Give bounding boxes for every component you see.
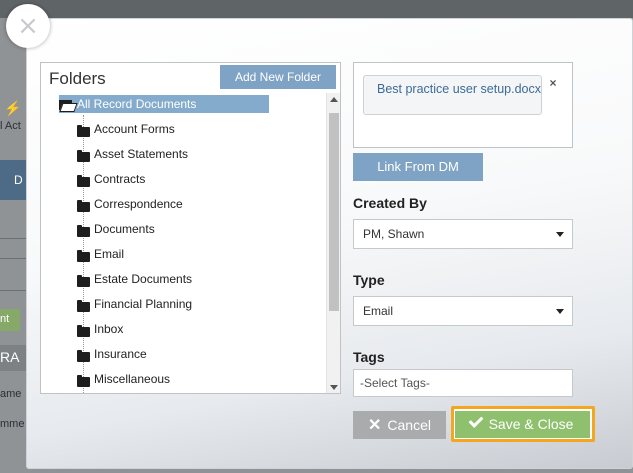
background-name-label: ame	[0, 388, 22, 400]
attachment-box: Best practice user setup.docx ×	[353, 62, 573, 148]
close-icon: ✕	[368, 417, 382, 434]
tree-item-insurance[interactable]: Insurance	[77, 345, 147, 363]
save-and-close-button[interactable]: Save & Close	[455, 411, 590, 438]
scrollbar-thumb[interactable]	[329, 113, 339, 311]
background-tab-label: D	[14, 173, 23, 187]
checkmark-icon	[468, 413, 484, 428]
open-folder-icon	[59, 98, 74, 116]
folder-icon	[77, 349, 90, 367]
folder-icon	[77, 324, 90, 342]
background-comment-label: mme	[0, 418, 25, 430]
tree-item-label: Documents	[94, 222, 155, 236]
tree-item-account-forms[interactable]: Account Forms	[77, 120, 175, 138]
background-divider	[0, 290, 26, 291]
background-divider	[0, 258, 26, 259]
created-by-select[interactable]: PM, Shawn	[353, 219, 573, 249]
tags-label: Tags	[353, 349, 385, 365]
tree-item-label: Inbox	[94, 322, 124, 336]
cancel-button-label: Cancel	[387, 417, 431, 433]
close-icon: ×	[17, 11, 39, 41]
folder-icon	[77, 374, 90, 392]
background-header	[0, 0, 633, 18]
folder-icon	[77, 299, 90, 317]
background-tab-2-label: RA	[0, 349, 20, 365]
type-value: Email	[363, 304, 394, 318]
attachment-file-name: Best practice user setup.docx	[377, 82, 541, 96]
tree-item-email[interactable]: Email	[77, 245, 124, 263]
background-action-label: l Act	[0, 120, 21, 132]
background-green-label: nt	[0, 313, 10, 325]
tree-item-label: Contracts	[94, 172, 146, 186]
folder-icon	[77, 149, 90, 167]
folder-icon	[77, 249, 90, 267]
tags-placeholder: -Select Tags-	[360, 376, 430, 390]
tree-item-miscellaneous[interactable]: Miscellaneous	[77, 370, 170, 388]
tree-item-label: Correspondence	[94, 197, 183, 211]
scroll-up-arrow-icon[interactable]	[330, 97, 338, 102]
created-by-label: Created By	[353, 195, 427, 211]
lightning-icon: ⚡	[4, 100, 22, 116]
tree-item-documents[interactable]: Documents	[77, 220, 155, 238]
folder-icon	[77, 274, 90, 292]
dropdown-caret-icon	[556, 232, 564, 237]
tags-select[interactable]: -Select Tags-	[353, 369, 573, 397]
background-green-button: nt	[0, 309, 20, 331]
tree-item-label: Account Forms	[94, 122, 175, 136]
tree-item-label: Email	[94, 247, 125, 261]
folder-icon	[77, 199, 90, 217]
background-tab: D	[0, 160, 26, 200]
background-tab-2: RA	[0, 345, 26, 371]
remove-attachment-icon[interactable]: ×	[546, 76, 560, 90]
folder-icon	[77, 124, 90, 142]
folders-title: Folders	[49, 69, 106, 88]
folder-tree-scrollbar[interactable]	[326, 93, 340, 393]
type-select[interactable]: Email	[353, 296, 573, 326]
folder-icon	[77, 224, 90, 242]
tree-item-inbox[interactable]: Inbox	[77, 320, 123, 338]
created-by-value: PM, Shawn	[363, 227, 425, 241]
save-button-label: Save & Close	[488, 416, 574, 432]
attachment-chip: Best practice user setup.docx	[363, 75, 542, 115]
tree-item-financial-planning[interactable]: Financial Planning	[77, 295, 192, 313]
folder-tree: All Record Documents Account Forms Asset…	[41, 93, 326, 393]
tree-item-label: Asset Statements	[94, 147, 189, 161]
tree-root-all-record-documents[interactable]: All Record Documents	[59, 95, 269, 113]
tree-item-label: Financial Planning	[94, 297, 193, 311]
tree-root-label: All Record Documents	[77, 97, 197, 111]
type-label: Type	[353, 272, 385, 288]
tree-item-label: Miscellaneous	[94, 372, 171, 386]
close-dialog-button[interactable]: ×	[6, 4, 50, 48]
tree-item-contracts[interactable]: Contracts	[77, 170, 145, 188]
tree-item-label: Insurance	[94, 347, 147, 361]
scroll-down-arrow-icon[interactable]	[330, 385, 338, 390]
add-new-folder-button[interactable]: Add New Folder	[220, 65, 336, 89]
tree-item-correspondence[interactable]: Correspondence	[77, 195, 183, 213]
dropdown-caret-icon	[556, 309, 564, 314]
tree-item-asset-statements[interactable]: Asset Statements	[77, 145, 188, 163]
folders-panel: Folders Add New Folder All Record Docume…	[40, 62, 341, 394]
tree-item-estate-documents[interactable]: Estate Documents	[77, 270, 192, 288]
tree-item-label: Estate Documents	[94, 272, 193, 286]
cancel-button[interactable]: ✕ Cancel	[353, 411, 446, 439]
folder-icon	[77, 174, 90, 192]
link-from-dm-button[interactable]: Link From DM	[353, 153, 483, 181]
background-divider	[0, 238, 26, 239]
